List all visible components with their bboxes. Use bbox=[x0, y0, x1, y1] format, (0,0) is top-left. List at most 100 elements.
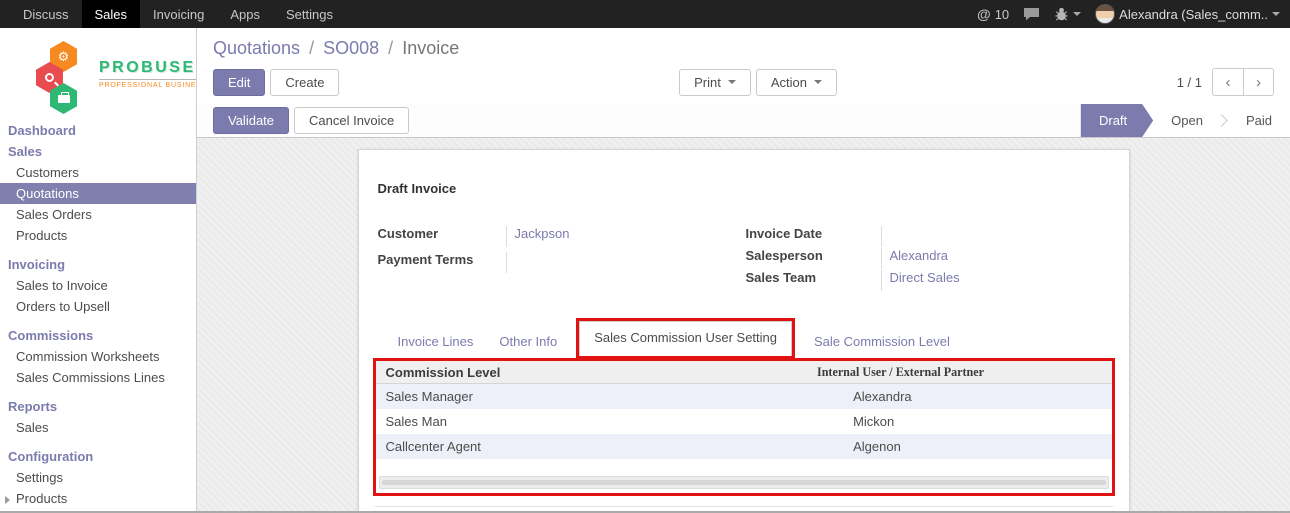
chevron-down-icon bbox=[1272, 12, 1280, 16]
column-internal-user-external-partner[interactable]: Internal User / External Partner bbox=[817, 361, 1111, 384]
chevron-down-icon bbox=[814, 80, 822, 84]
menu-settings[interactable]: Settings bbox=[273, 0, 346, 28]
user-name: Alexandra (Sales_comm.. bbox=[1119, 7, 1268, 22]
menu-sales[interactable]: Sales bbox=[82, 0, 141, 28]
column-commission-level[interactable]: Commission Level bbox=[376, 361, 818, 384]
tab-sale-commission-level[interactable]: Sale Commission Level bbox=[801, 325, 963, 358]
topbar-spacer bbox=[346, 0, 977, 28]
payment-terms-label: Payment Terms bbox=[378, 252, 506, 267]
create-button[interactable]: Create bbox=[270, 69, 339, 96]
edit-button[interactable]: Edit bbox=[213, 69, 265, 96]
sidebar-header-reports[interactable]: Reports bbox=[0, 396, 196, 417]
pager-previous-button[interactable]: ‹ bbox=[1212, 68, 1243, 96]
column-label: Internal User / External Partner bbox=[817, 364, 984, 380]
user-menu-button[interactable]: Alexandra (Sales_comm.. bbox=[1095, 4, 1280, 24]
control-panel: Quotations / SO008 / Invoice Edit Create… bbox=[197, 28, 1290, 104]
cell-internal-user: Algenon bbox=[817, 434, 1111, 459]
sidebar-header-invoicing[interactable]: Invoicing bbox=[0, 254, 196, 275]
table-row[interactable]: Sales Man Mickon bbox=[376, 409, 1112, 434]
pager-next-button[interactable]: › bbox=[1243, 68, 1274, 96]
print-dropdown-button[interactable]: Print bbox=[679, 69, 751, 96]
sidebar-item-sales-commissions-lines[interactable]: Sales Commissions Lines bbox=[0, 367, 196, 388]
brand-name: PROBUSE bbox=[99, 60, 197, 76]
menu-invoicing[interactable]: Invoicing bbox=[140, 0, 217, 28]
avatar bbox=[1095, 4, 1115, 24]
print-label: Print bbox=[694, 75, 721, 90]
sidebar: ⚙ PROBUSE PROFESSIONAL BUSINESS Dashboar… bbox=[0, 28, 197, 513]
chevron-down-icon bbox=[1073, 12, 1081, 16]
invoice-state-title: Draft Invoice bbox=[378, 181, 1115, 196]
content-area: Draft Invoice Customer Jackpson Payment … bbox=[197, 138, 1290, 513]
app-logo[interactable]: ⚙ PROBUSE PROFESSIONAL BUSINESS bbox=[0, 28, 196, 118]
sidebar-header-configuration[interactable]: Configuration bbox=[0, 446, 196, 467]
commission-user-table: Commission Level Internal User / Externa… bbox=[376, 361, 1112, 459]
notebook: Invoice Lines Other Info Sales Commissio… bbox=[373, 318, 1115, 496]
messages-button[interactable] bbox=[1023, 7, 1040, 21]
sidebar-item-products[interactable]: Products bbox=[0, 225, 196, 246]
table-row[interactable]: Sales Manager Alexandra bbox=[376, 384, 1112, 410]
debug-menu-button[interactable] bbox=[1054, 7, 1081, 22]
salesperson-label: Salesperson bbox=[746, 248, 881, 263]
cell-internal-user: Mickon bbox=[817, 409, 1111, 434]
menu-apps[interactable]: Apps bbox=[217, 0, 273, 28]
sidebar-item-sales-report[interactable]: Sales bbox=[0, 417, 196, 438]
expand-arrow-icon[interactable] bbox=[5, 496, 10, 504]
brand-tagline: PROFESSIONAL BUSINESS bbox=[99, 79, 197, 89]
at-icon: @ bbox=[977, 6, 991, 22]
sidebar-item-contacts[interactable]: Contacts bbox=[0, 509, 196, 513]
breadcrumb-so008[interactable]: SO008 bbox=[323, 38, 379, 58]
sidebar-nav: Dashboard Sales Customers Quotations Sal… bbox=[0, 118, 196, 513]
cancel-invoice-button[interactable]: Cancel Invoice bbox=[294, 107, 409, 134]
sidebar-item-commission-worksheets[interactable]: Commission Worksheets bbox=[0, 346, 196, 367]
payment-terms-value[interactable] bbox=[506, 252, 738, 273]
breadcrumb-quotations[interactable]: Quotations bbox=[213, 38, 300, 58]
sidebar-item-products-config[interactable]: Products bbox=[0, 488, 196, 509]
invoice-field-group: Customer Jackpson Payment Terms Invoice … bbox=[378, 226, 1115, 292]
chat-icon bbox=[1023, 7, 1040, 21]
sheet-divider bbox=[375, 506, 1113, 507]
tab-other-info[interactable]: Other Info bbox=[486, 325, 570, 358]
sidebar-header-sales[interactable]: Sales bbox=[0, 141, 196, 162]
breadcrumb-separator: / bbox=[384, 38, 397, 58]
probuse-logo-icon: ⚙ bbox=[36, 41, 92, 107]
invoice-form-sheet: Draft Invoice Customer Jackpson Payment … bbox=[358, 149, 1130, 513]
pager-counter: 1 / 1 bbox=[1177, 75, 1202, 90]
top-navbar: Discuss Sales Invoicing Apps Settings @ … bbox=[0, 0, 1290, 28]
bug-icon bbox=[1054, 7, 1069, 22]
activities-button[interactable]: @ 10 bbox=[977, 6, 1009, 22]
menu-discuss[interactable]: Discuss bbox=[10, 0, 82, 28]
sidebar-item-orders-to-upsell[interactable]: Orders to Upsell bbox=[0, 296, 196, 317]
state-paid[interactable]: Paid bbox=[1228, 104, 1290, 137]
salesperson-value[interactable]: Alexandra bbox=[881, 248, 1115, 269]
tab-sales-commission-user-setting[interactable]: Sales Commission User Setting bbox=[579, 321, 792, 356]
app-window: Discuss Sales Invoicing Apps Settings @ … bbox=[0, 0, 1290, 513]
customer-label: Customer bbox=[378, 226, 506, 241]
sidebar-item-label: Products bbox=[16, 491, 67, 506]
activity-count: 10 bbox=[995, 7, 1009, 22]
sidebar-item-customers[interactable]: Customers bbox=[0, 162, 196, 183]
chevron-down-icon bbox=[728, 80, 736, 84]
action-dropdown-button[interactable]: Action bbox=[756, 69, 837, 96]
sidebar-item-settings[interactable]: Settings bbox=[0, 467, 196, 488]
status-bar: Validate Cancel Invoice Draft Open Paid bbox=[197, 104, 1290, 138]
table-row[interactable]: Callcenter Agent Algenon bbox=[376, 434, 1112, 459]
cell-commission-level: Callcenter Agent bbox=[376, 434, 818, 459]
state-draft[interactable]: Draft bbox=[1081, 104, 1153, 137]
scrollbar-thumb[interactable] bbox=[382, 480, 1106, 485]
sidebar-item-sales-to-invoice[interactable]: Sales to Invoice bbox=[0, 275, 196, 296]
breadcrumb: Quotations / SO008 / Invoice bbox=[213, 38, 1274, 59]
tab-invoice-lines[interactable]: Invoice Lines bbox=[385, 325, 487, 358]
invoice-date-value[interactable] bbox=[881, 226, 1115, 247]
sidebar-item-sales-orders[interactable]: Sales Orders bbox=[0, 204, 196, 225]
sidebar-header-commissions[interactable]: Commissions bbox=[0, 325, 196, 346]
annotation-highlight-table: Commission Level Internal User / Externa… bbox=[373, 358, 1115, 496]
sales-team-value[interactable]: Direct Sales bbox=[881, 270, 1115, 291]
state-stepper: Draft Open Paid bbox=[1080, 104, 1290, 137]
sidebar-header-dashboard[interactable]: Dashboard bbox=[0, 120, 196, 141]
validate-button[interactable]: Validate bbox=[213, 107, 289, 134]
action-label: Action bbox=[771, 75, 807, 90]
state-open[interactable]: Open bbox=[1153, 104, 1221, 137]
sidebar-item-quotations[interactable]: Quotations bbox=[0, 183, 196, 204]
customer-value[interactable]: Jackpson bbox=[506, 226, 738, 247]
horizontal-scrollbar[interactable] bbox=[379, 476, 1109, 489]
